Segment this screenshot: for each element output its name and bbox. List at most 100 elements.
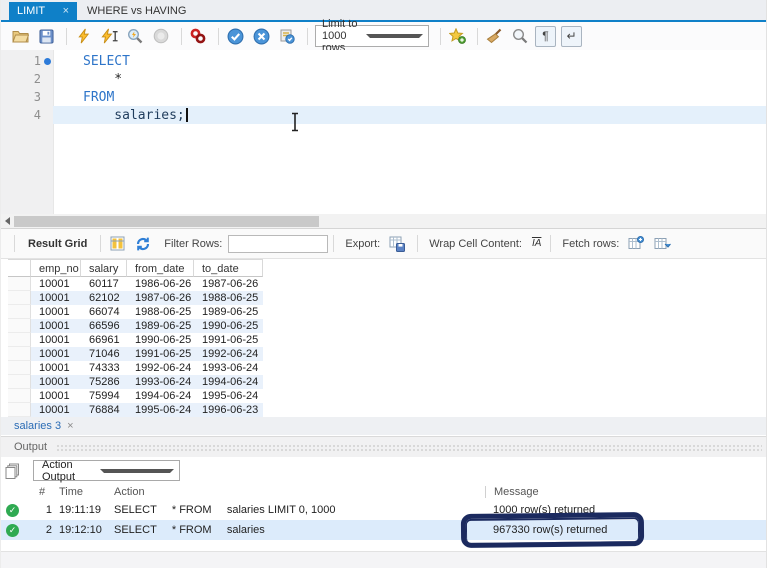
row-selector[interactable] <box>8 347 31 361</box>
open-script-button[interactable] <box>9 25 31 47</box>
cell-from_date[interactable]: 1990-06-25 <box>127 333 194 347</box>
column-header-to_date[interactable]: to_date <box>194 259 263 277</box>
cell-salary[interactable]: 75286 <box>81 375 127 389</box>
cell-emp_no[interactable]: 10001 <box>31 361 81 375</box>
cell-emp_no[interactable]: 10001 <box>31 277 81 291</box>
cell-from_date[interactable]: 1995-06-24 <box>127 403 194 417</box>
table-row[interactable]: 10001768841995-06-241996-06-23 <box>8 403 263 417</box>
column-header-salary[interactable]: salary <box>81 259 127 277</box>
save-script-button[interactable] <box>35 25 57 47</box>
cell-from_date[interactable]: 1989-06-25 <box>127 319 194 333</box>
editor-line[interactable]: 2 * <box>1 70 766 88</box>
table-row[interactable]: 10001621021987-06-261988-06-25 <box>8 291 263 305</box>
cell-salary[interactable]: 74333 <box>81 361 127 375</box>
output-log-row[interactable]: ✓119:11:19SELECT * FROM salaries LIMIT 0… <box>1 500 766 520</box>
cell-emp_no[interactable]: 10001 <box>31 319 81 333</box>
row-selector[interactable] <box>8 403 31 417</box>
cell-to_date[interactable]: 1990-06-25 <box>194 319 263 333</box>
cell-from_date[interactable]: 1991-06-25 <box>127 347 194 361</box>
rollback-button[interactable] <box>250 25 272 47</box>
toggle-autocommit-button[interactable] <box>276 25 298 47</box>
row-selector[interactable] <box>8 319 31 333</box>
table-row[interactable]: 10001665961989-06-251990-06-25 <box>8 319 263 333</box>
output-type-dropdown[interactable]: Action Output <box>33 460 180 481</box>
table-row[interactable]: 10001710461991-06-251992-06-24 <box>8 347 263 361</box>
tab-limit[interactable]: LIMIT × <box>9 2 77 20</box>
refresh-button[interactable] <box>132 233 154 255</box>
cell-to_date[interactable]: 1994-06-24 <box>194 375 263 389</box>
cell-salary[interactable]: 75994 <box>81 389 127 403</box>
row-selector[interactable] <box>8 305 31 319</box>
editor-line[interactable]: 4 salaries; <box>1 106 766 124</box>
cell-emp_no[interactable]: 10001 <box>31 347 81 361</box>
export-button[interactable] <box>386 233 408 255</box>
cell-to_date[interactable]: 1991-06-25 <box>194 333 263 347</box>
explain-plan-button[interactable] <box>124 25 146 47</box>
cell-to_date[interactable]: 1996-06-23 <box>194 403 263 417</box>
find-button[interactable] <box>509 25 531 47</box>
row-selector[interactable] <box>8 277 31 291</box>
execute-statement-button[interactable] <box>98 25 120 47</box>
editor-horizontal-scrollbar[interactable] <box>1 214 766 228</box>
beautify-script-button[interactable] <box>483 25 505 47</box>
scroll-left-arrow-icon[interactable] <box>5 217 10 225</box>
output-log-row[interactable]: ✓219:12:10SELECT * FROM salaries967330 r… <box>1 520 766 540</box>
cell-from_date[interactable]: 1986-06-26 <box>127 277 194 291</box>
table-row[interactable]: 10001759941994-06-241995-06-24 <box>8 389 263 403</box>
row-selector[interactable] <box>8 361 31 375</box>
cell-emp_no[interactable]: 10001 <box>31 291 81 305</box>
cell-salary[interactable]: 66074 <box>81 305 127 319</box>
toggle-stop-on-error-button[interactable] <box>187 25 209 47</box>
cell-emp_no[interactable]: 10001 <box>31 389 81 403</box>
fetch-more-rows-button[interactable] <box>625 233 647 255</box>
cell-from_date[interactable]: 1993-06-24 <box>127 375 194 389</box>
sql-editor[interactable]: 1SELECT2 *3FROM4 salaries; <box>1 50 766 214</box>
row-selector[interactable] <box>8 333 31 347</box>
table-row[interactable]: 10001601171986-06-261987-06-26 <box>8 277 263 291</box>
cell-emp_no[interactable]: 10001 <box>31 333 81 347</box>
cell-salary[interactable]: 66596 <box>81 319 127 333</box>
cell-salary[interactable]: 66961 <box>81 333 127 347</box>
row-selector-header[interactable] <box>8 259 31 277</box>
cell-emp_no[interactable]: 10001 <box>31 403 81 417</box>
limit-rows-dropdown[interactable]: Limit to 1000 rows <box>315 25 429 47</box>
execute-script-button[interactable] <box>72 25 94 47</box>
row-selector[interactable] <box>8 389 31 403</box>
editor-line[interactable]: 1SELECT <box>1 52 766 70</box>
filter-rows-input[interactable] <box>228 235 328 253</box>
cell-emp_no[interactable]: 10001 <box>31 375 81 389</box>
cell-salary[interactable]: 60117 <box>81 277 127 291</box>
cell-salary[interactable]: 71046 <box>81 347 127 361</box>
stop-query-button[interactable] <box>150 25 172 47</box>
cell-from_date[interactable]: 1988-06-25 <box>127 305 194 319</box>
table-row[interactable]: 10001669611990-06-251991-06-25 <box>8 333 263 347</box>
cell-from_date[interactable]: 1994-06-24 <box>127 389 194 403</box>
show-invisibles-toggle[interactable]: ¶ <box>535 26 556 47</box>
column-header-from_date[interactable]: from_date <box>127 259 194 277</box>
cell-from_date[interactable]: 1987-06-26 <box>127 291 194 305</box>
close-tab-icon[interactable]: × <box>63 5 69 17</box>
cell-to_date[interactable]: 1987-06-26 <box>194 277 263 291</box>
editor-line[interactable]: 3FROM <box>1 88 766 106</box>
grid-view-button[interactable] <box>106 233 128 255</box>
scrollbar-thumb[interactable] <box>14 216 319 227</box>
table-row[interactable]: 10001752861993-06-241994-06-24 <box>8 375 263 389</box>
table-row[interactable]: 10001743331992-06-241993-06-24 <box>8 361 263 375</box>
word-wrap-toggle[interactable]: ↵ <box>561 26 582 47</box>
row-selector[interactable] <box>8 291 31 305</box>
cell-emp_no[interactable]: 10001 <box>31 305 81 319</box>
column-header-emp_no[interactable]: emp_no <box>31 259 81 277</box>
row-selector[interactable] <box>8 375 31 389</box>
tab-where-vs-having[interactable]: WHERE vs HAVING <box>77 2 194 20</box>
result-tab-salaries-3[interactable]: salaries 3 × <box>1 417 80 435</box>
output-panes-button[interactable] <box>1 460 23 482</box>
cell-from_date[interactable]: 1992-06-24 <box>127 361 194 375</box>
commit-button[interactable] <box>224 25 246 47</box>
wrap-cell-toggle[interactable]: IA <box>532 238 541 249</box>
cell-salary[interactable]: 62102 <box>81 291 127 305</box>
close-result-tab-icon[interactable]: × <box>67 420 73 432</box>
cell-to_date[interactable]: 1988-06-25 <box>194 291 263 305</box>
cell-to_date[interactable]: 1992-06-24 <box>194 347 263 361</box>
table-row[interactable]: 10001660741988-06-251989-06-25 <box>8 305 263 319</box>
cell-to_date[interactable]: 1993-06-24 <box>194 361 263 375</box>
